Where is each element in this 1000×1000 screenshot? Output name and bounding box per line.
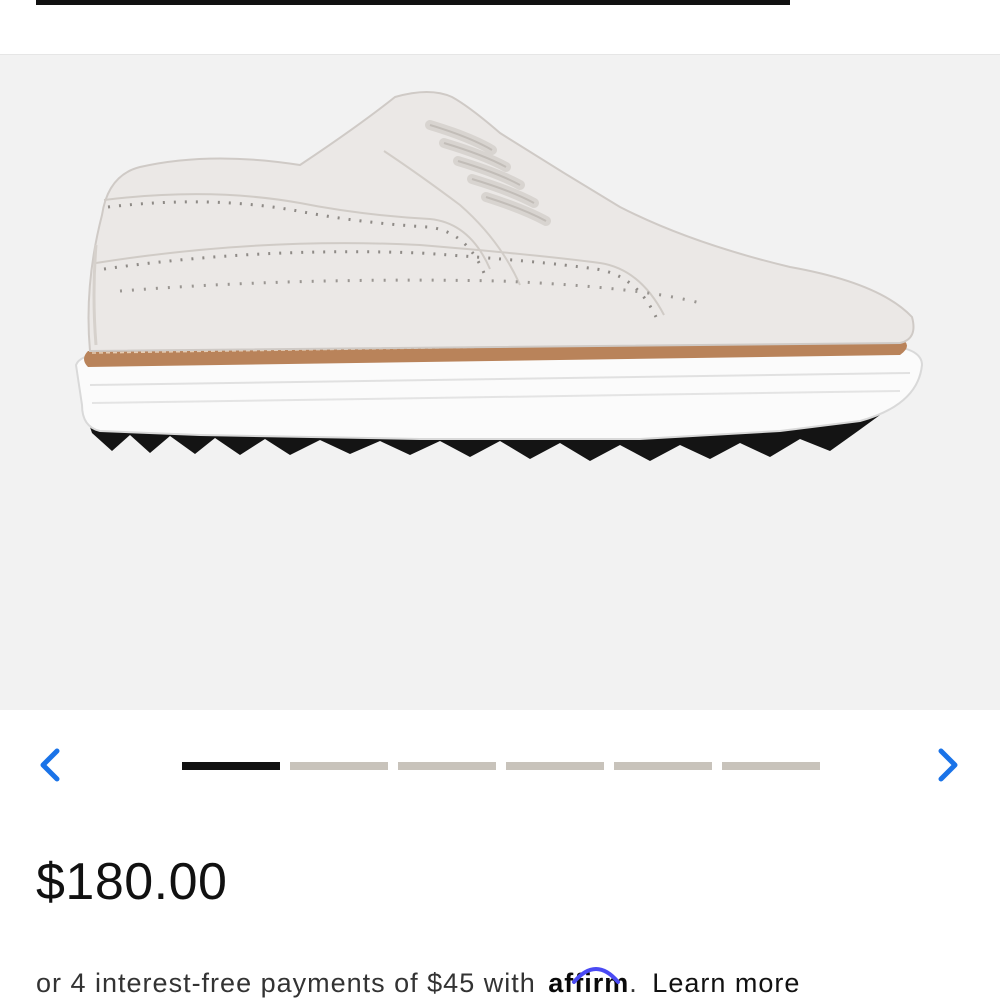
affirm-logo: affirm [548,967,629,999]
chevron-right-icon [938,748,958,782]
installment-text: or 4 interest-free payments of $45 with [36,968,536,998]
carousel-indicator-2[interactable] [290,762,388,770]
carousel-indicator-1[interactable] [182,762,280,770]
product-image [74,91,924,461]
top-bar-underline [36,0,790,5]
installment-period: . [629,968,638,998]
carousel-indicator-4[interactable] [506,762,604,770]
carousel-indicator-6[interactable] [722,762,820,770]
carousel-prev-button[interactable] [30,745,70,785]
carousel-indicator-3[interactable] [398,762,496,770]
affirm-arc-icon [572,967,621,984]
carousel-next-button[interactable] [928,745,968,785]
chevron-left-icon [40,748,60,782]
carousel-indicator-5[interactable] [614,762,712,770]
shoe-upper [87,91,915,353]
product-image-area[interactable] [0,55,1000,710]
product-price: $180.00 [36,853,228,911]
learn-more-link[interactable]: Learn more [652,968,800,998]
installment-offer: or 4 interest-free payments of $45 with … [36,967,800,999]
image-carousel-controls [0,735,1000,797]
carousel-indicators [182,762,820,770]
top-bar [0,0,1000,55]
